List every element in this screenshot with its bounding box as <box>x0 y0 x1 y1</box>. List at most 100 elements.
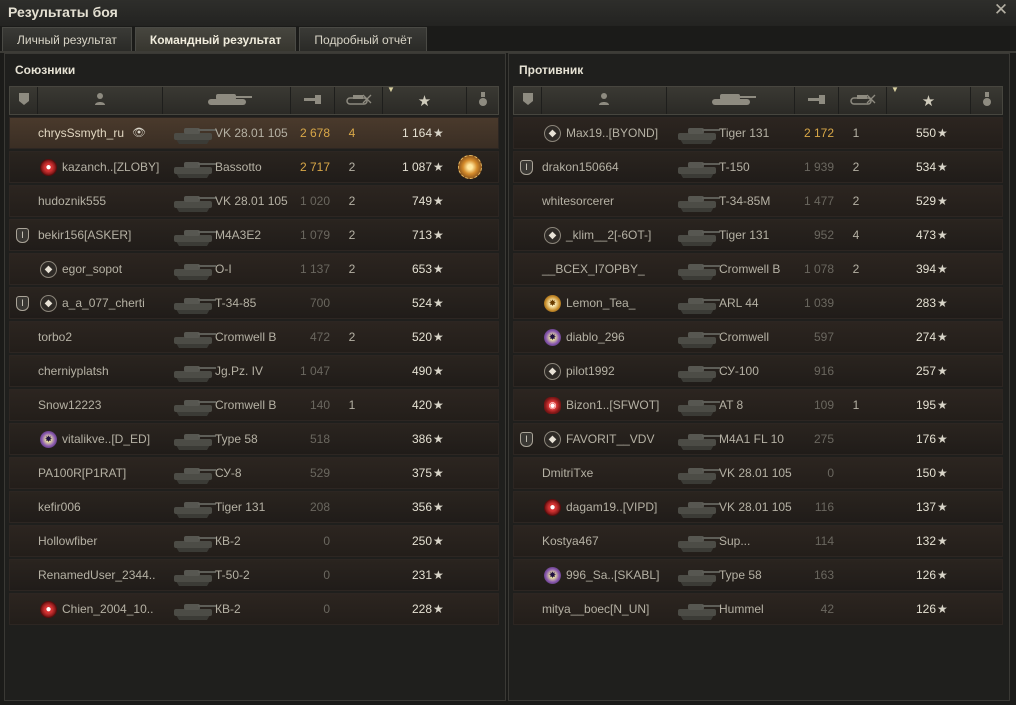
xp-header-icon: ★ <box>417 92 432 110</box>
column-header-kills[interactable] <box>839 87 887 114</box>
xp-star-icon: ★ <box>937 466 948 480</box>
platoon-cell <box>16 322 30 352</box>
xp-value: 749 <box>411 194 432 208</box>
player-row[interactable]: ● kazanch..[ZLOBY] Bassotto 2 717 2 1 087 ★ <box>9 151 499 183</box>
tank-icon <box>170 153 218 181</box>
rank-diamond-icon: ◆ <box>544 431 561 448</box>
window-title: Результаты боя <box>8 4 118 20</box>
player-row[interactable]: torbo2 Cromwell B 472 2 520 ★ <box>9 321 499 353</box>
player-row[interactable]: Kostya467 Sup... 114 132 ★ <box>513 525 1003 557</box>
column-header-player[interactable] <box>38 87 163 114</box>
damage-value: 1 137 <box>299 262 330 276</box>
tank-icon <box>674 425 722 453</box>
vehicle-name: T-34-85M <box>719 194 771 208</box>
column-header-platoon[interactable] <box>514 87 542 114</box>
spotted-eye-icon: 👁 <box>132 127 146 139</box>
player-name: FAVORIT__VDV <box>566 432 655 446</box>
column-header-medals[interactable] <box>971 87 1004 114</box>
column-header-damage[interactable] <box>795 87 839 114</box>
column-header-platoon[interactable] <box>10 87 38 114</box>
player-name: Snow12223 <box>38 398 102 412</box>
damage-value: 2 172 <box>803 126 834 140</box>
player-row[interactable]: I ◆ FAVORIT__VDV M4A1 FL 10 275 176 ★ <box>513 423 1003 455</box>
player-row[interactable]: kefir006 Tiger 131 208 356 ★ <box>9 491 499 523</box>
player-row[interactable]: ◆ pilot1992 СУ-100 916 257 ★ <box>513 355 1003 387</box>
clan-emblem-icon: ✸ <box>544 567 561 584</box>
xp-star-icon: ★ <box>433 126 444 140</box>
player-row[interactable]: ◆ egor_sopot O-I 1 137 2 653 ★ <box>9 253 499 285</box>
player-row[interactable]: ✸ vitalikve..[D_ED] Type 58 518 386 ★ <box>9 423 499 455</box>
damage-value: 2 678 <box>299 126 330 140</box>
xp-value: 520 <box>411 330 432 344</box>
damage-value: 529 <box>309 466 330 480</box>
player-row[interactable]: ◆ _klim__2[-6OT-] Tiger 131 952 4 473 ★ <box>513 219 1003 251</box>
column-header-medals[interactable] <box>467 87 500 114</box>
platoon-cell: I <box>520 424 534 454</box>
column-header-player[interactable] <box>542 87 667 114</box>
player-row[interactable]: cherniyplatsh Jg.Pz. IV 1 047 490 ★ <box>9 355 499 387</box>
player-row[interactable]: ◆ Max19..[BYOND] Tiger 131 2 172 1 550 ★ <box>513 117 1003 149</box>
platoon-cell: I <box>16 220 30 250</box>
tab-personal-result[interactable]: Личный результат <box>2 27 132 51</box>
player-row[interactable]: DmitriTxe VK 28.01 105 0 150 ★ <box>513 457 1003 489</box>
clan-emblem-icon: ✸ <box>544 329 561 346</box>
player-name: Max19..[BYOND] <box>566 126 659 140</box>
player-row[interactable]: chrysSsmyth_ru 👁 VK 28.01 105 2 678 4 1 164 ★ <box>9 117 499 149</box>
platoon-cell <box>520 458 534 488</box>
damage-value: 1 047 <box>299 364 330 378</box>
xp-value: 126 <box>915 602 936 616</box>
xp-star-icon: ★ <box>433 262 444 276</box>
player-row[interactable]: ● dagam19..[VIPD] VK 28.01 105 116 137 ★ <box>513 491 1003 523</box>
player-row[interactable]: hudoznik555 VK 28.01 105 1 020 2 749 ★ <box>9 185 499 217</box>
allies-title: Союзники <box>15 63 76 77</box>
damage-value: 116 <box>814 500 834 514</box>
tank-icon <box>170 459 218 487</box>
kills-value <box>340 560 364 590</box>
enemies-panel: Противник ★ ▼ ◆ Max19..[BYOND] Tiger 131 2 1… <box>508 53 1010 701</box>
xp-star-icon: ★ <box>937 228 948 242</box>
player-row[interactable]: mitya__boec[N_UN] Hummel 42 126 ★ <box>513 593 1003 625</box>
player-row[interactable]: ✸ Lemon_Tea_ ARL 44 1 039 283 ★ <box>513 287 1003 319</box>
xp-star-icon: ★ <box>937 126 948 140</box>
clan-red-emblem-icon: ● <box>40 601 57 618</box>
kills-value: 2 <box>852 160 860 174</box>
column-header-xp[interactable]: ★ ▼ <box>887 85 971 114</box>
vehicle-name: КВ-2 <box>215 602 241 616</box>
player-row[interactable]: ✸ diablo_296 Cromwell 597 274 ★ <box>513 321 1003 353</box>
player-row[interactable]: PA100R[P1RAT] СУ-8 529 375 ★ <box>9 457 499 489</box>
player-row[interactable]: whitesorcerer T-34-85M 1 477 2 529 ★ <box>513 185 1003 217</box>
rank-diamond-icon: ◆ <box>544 227 561 244</box>
kills-value <box>340 424 364 454</box>
close-icon[interactable]: ✕ <box>992 0 1010 20</box>
player-row[interactable]: Hollowfiber КВ-2 0 250 ★ <box>9 525 499 557</box>
clan-emblem-icon: ✸ <box>40 431 57 448</box>
player-row[interactable]: ◉ Bizon1..[SFWOT] AT 8 109 1 195 ★ <box>513 389 1003 421</box>
player-row[interactable]: ● Chien_2004_10.. КВ-2 0 228 ★ <box>9 593 499 625</box>
clan-red-emblem-icon: ● <box>40 159 57 176</box>
tab-detailed-report[interactable]: Подробный отчёт <box>299 27 428 51</box>
player-row[interactable]: RenamedUser_2344.. T-50-2 0 231 ★ <box>9 559 499 591</box>
column-header-damage[interactable] <box>291 87 335 114</box>
column-header-vehicle[interactable] <box>163 87 291 114</box>
player-row[interactable]: Idrakon150664 T-150 1 939 2 534 ★ <box>513 151 1003 183</box>
platoon-header-icon <box>18 92 30 109</box>
player-row[interactable]: Snow12223 Cromwell B 140 1 420 ★ <box>9 389 499 421</box>
tab-team-result[interactable]: Командный результат <box>134 27 297 51</box>
tank-icon <box>170 527 218 555</box>
player-name: RenamedUser_2344.. <box>38 568 156 582</box>
xp-star-icon: ★ <box>937 160 948 174</box>
player-name: egor_sopot <box>62 262 123 276</box>
kills-value: 1 <box>348 398 356 412</box>
column-header-vehicle[interactable] <box>667 87 795 114</box>
kills-value: 2 <box>348 330 356 344</box>
player-row[interactable]: Ibekir156[ASKER] M4A3E2 1 079 2 713 ★ <box>9 219 499 251</box>
xp-value: 534 <box>915 160 936 174</box>
title-bar: Результаты боя ✕ <box>0 0 1016 26</box>
player-row[interactable]: ✸ 996_Sa..[SKABL] Type 58 163 126 ★ <box>513 559 1003 591</box>
column-header-kills[interactable] <box>335 87 383 114</box>
column-header-xp[interactable]: ★ ▼ <box>383 85 467 114</box>
player-row[interactable]: __BCEX_I7OPBY_ Cromwell B 1 078 2 394 ★ <box>513 253 1003 285</box>
player-name: a_a_077_cherti <box>62 296 145 310</box>
player-row[interactable]: I ◆ a_a_077_cherti T-34-85 700 524 ★ <box>9 287 499 319</box>
xp-star-icon: ★ <box>937 296 948 310</box>
